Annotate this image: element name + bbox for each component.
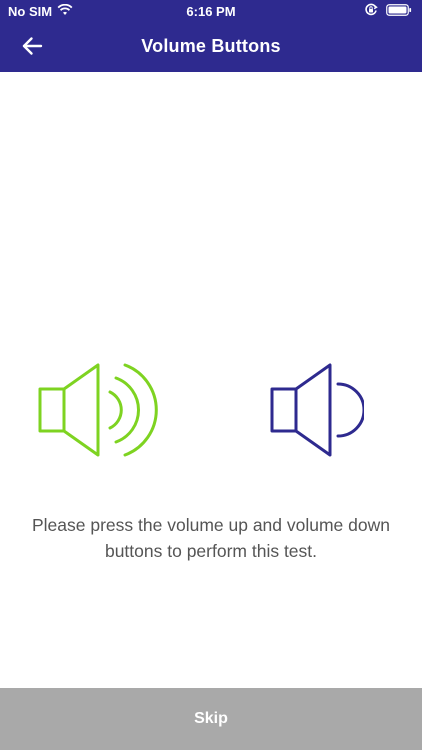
battery-icon [386, 4, 412, 19]
orientation-lock-icon [364, 3, 378, 20]
nav-bar: Volume Buttons [0, 24, 422, 72]
skip-button[interactable]: Skip [0, 688, 422, 750]
page-title: Volume Buttons [141, 36, 281, 56]
status-right [364, 3, 412, 20]
instruction-text: Please press the volume up and volume do… [32, 515, 390, 561]
speaker-volume-up-icon [36, 360, 164, 460]
app-screen: No SIM 6:16 PM Volume Buttons Please pre… [0, 0, 422, 750]
status-time: 6:16 PM [186, 4, 236, 19]
status-bar: No SIM 6:16 PM [0, 0, 422, 24]
skip-label: Skip [194, 710, 228, 727]
speaker-volume-down-icon [268, 360, 366, 460]
top-bar: No SIM 6:16 PM Volume Buttons [0, 0, 422, 72]
